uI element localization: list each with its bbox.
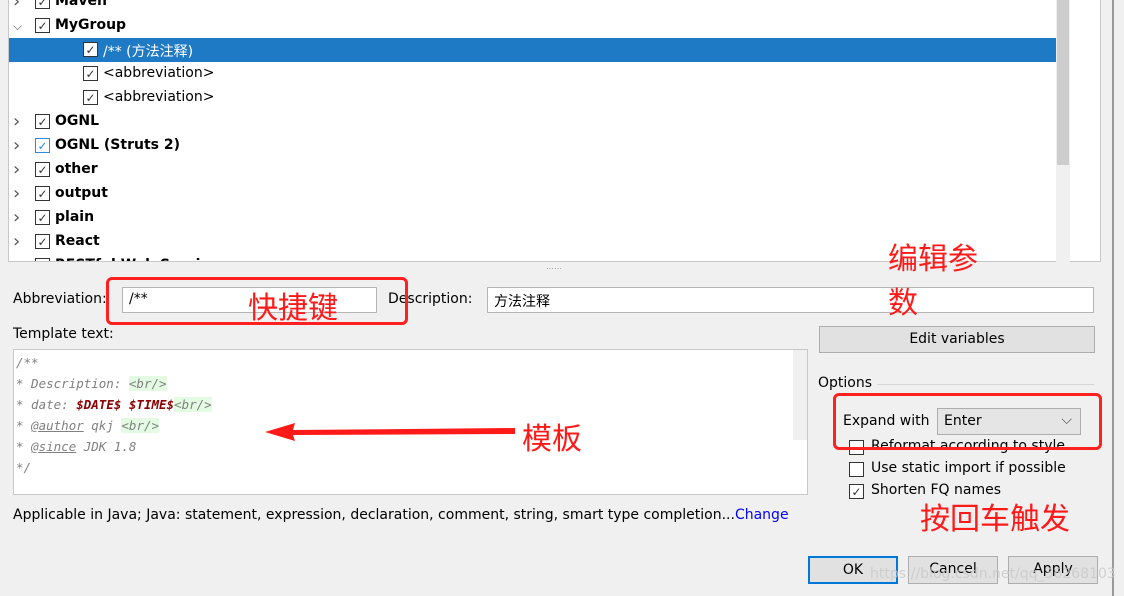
- annotation-shortcut: 快捷键: [248, 291, 338, 326]
- annotation-edit-params: 编辑参数: [888, 242, 978, 321]
- tree-item-label: OGNL: [55, 113, 100, 129]
- chevron-right-icon[interactable]: ›: [13, 161, 25, 179]
- tree-item-label: output: [55, 185, 108, 201]
- tree-item-label: OGNL (Struts 2): [55, 137, 180, 153]
- tree-item[interactable]: › ✓ other: [9, 158, 1057, 182]
- annotation-box-expand: [833, 393, 1102, 450]
- template-code: /** * Description: <br/> * date: $DATE$ $T…: [16, 355, 212, 475]
- annotation-template: 模板: [522, 422, 582, 457]
- tree-item[interactable]: ⌵ ✓ MyGroup: [9, 14, 1057, 38]
- tree-item[interactable]: › ✓ OGNL (Struts 2): [9, 134, 1057, 158]
- arrow-icon: [265, 423, 515, 441]
- template-text-label: Template text:: [13, 326, 114, 342]
- chevron-down-icon[interactable]: ⌵: [13, 20, 25, 32]
- applicable-contexts: Applicable in Java; Java: statement, exp…: [13, 507, 735, 523]
- tree-item[interactable]: › ✓ plain: [9, 206, 1057, 230]
- chevron-right-icon[interactable]: ›: [13, 257, 25, 262]
- description-input[interactable]: 方法注释: [487, 287, 1094, 313]
- tree-item-checkbox[interactable]: ✓: [35, 0, 50, 9]
- chevron-right-icon[interactable]: ›: [13, 185, 25, 203]
- template-tree: › ✓ Maven ⌵ ✓ MyGroup ✓ /** (方法注释) ✓ <abbreviatio…: [8, 0, 1101, 262]
- tree-item-label: /** (方法注释): [103, 44, 194, 60]
- shorten-fq-checkbox[interactable]: ✓: [849, 484, 864, 499]
- window-border: [1112, 0, 1114, 596]
- tree-item-checkbox[interactable]: ✓: [35, 234, 50, 249]
- tree-scrollbar-thumb[interactable]: [1057, 0, 1069, 165]
- tree-item[interactable]: › ✓ Maven: [9, 0, 1057, 14]
- tree-item-checkbox[interactable]: ✓: [35, 186, 50, 201]
- tree-item-label: MyGroup: [55, 17, 127, 33]
- tree-item-label: other: [55, 161, 98, 177]
- watermark: https://blog.csdn.net/qq_36268103: [870, 566, 1116, 582]
- tree-item-checkbox[interactable]: ✓: [35, 18, 50, 33]
- change-link[interactable]: Change: [735, 507, 789, 523]
- chevron-right-icon[interactable]: ›: [13, 137, 25, 155]
- edit-variables-button[interactable]: Edit variables: [819, 326, 1095, 353]
- abbreviation-label: Abbreviation:: [13, 291, 107, 307]
- splitter-handle[interactable]: ⋯⋯: [546, 264, 562, 273]
- tree-item[interactable]: ✓ <abbreviation>: [9, 86, 1057, 110]
- tree-item-label: <abbreviation>: [103, 89, 215, 105]
- tree-item-label: React: [55, 233, 100, 249]
- tree-item[interactable]: ✓ <abbreviation>: [9, 62, 1057, 86]
- tree-item[interactable]: › ✓ output: [9, 182, 1057, 206]
- chevron-right-icon[interactable]: ›: [13, 233, 25, 251]
- options-divider: [877, 384, 1094, 385]
- tree-item-checkbox[interactable]: ✓: [35, 114, 50, 129]
- tree-item-label: RESTful Web Services: [55, 257, 227, 261]
- static-import-label: Use static import if possible: [871, 460, 1066, 476]
- annotation-enter-trigger: 按回车触发: [920, 502, 1070, 537]
- tree-item-checkbox[interactable]: ✓: [35, 138, 50, 153]
- tree-item-checkbox[interactable]: ✓: [35, 258, 50, 261]
- chevron-right-icon[interactable]: ›: [13, 0, 25, 11]
- tree-item-checkbox[interactable]: ✓: [83, 66, 98, 81]
- tree-item-checkbox[interactable]: ✓: [83, 42, 98, 57]
- tree-item[interactable]: ✓ /** (方法注释): [9, 38, 1057, 62]
- tree-item-label: <abbreviation>: [103, 65, 215, 81]
- tree-item-checkbox[interactable]: ✓: [35, 162, 50, 177]
- tree-item-label: plain: [55, 209, 95, 225]
- chevron-right-icon[interactable]: ›: [13, 209, 25, 227]
- tree-item-checkbox[interactable]: ✓: [83, 90, 98, 105]
- tree-item-label: Maven: [55, 0, 107, 9]
- chevron-right-icon[interactable]: ›: [13, 113, 25, 131]
- options-label: Options: [818, 375, 873, 391]
- template-scrollbar[interactable]: [793, 350, 807, 440]
- tree-item-checkbox[interactable]: ✓: [35, 210, 50, 225]
- tree-item[interactable]: › ✓ OGNL: [9, 110, 1057, 134]
- static-import-checkbox[interactable]: [849, 462, 864, 477]
